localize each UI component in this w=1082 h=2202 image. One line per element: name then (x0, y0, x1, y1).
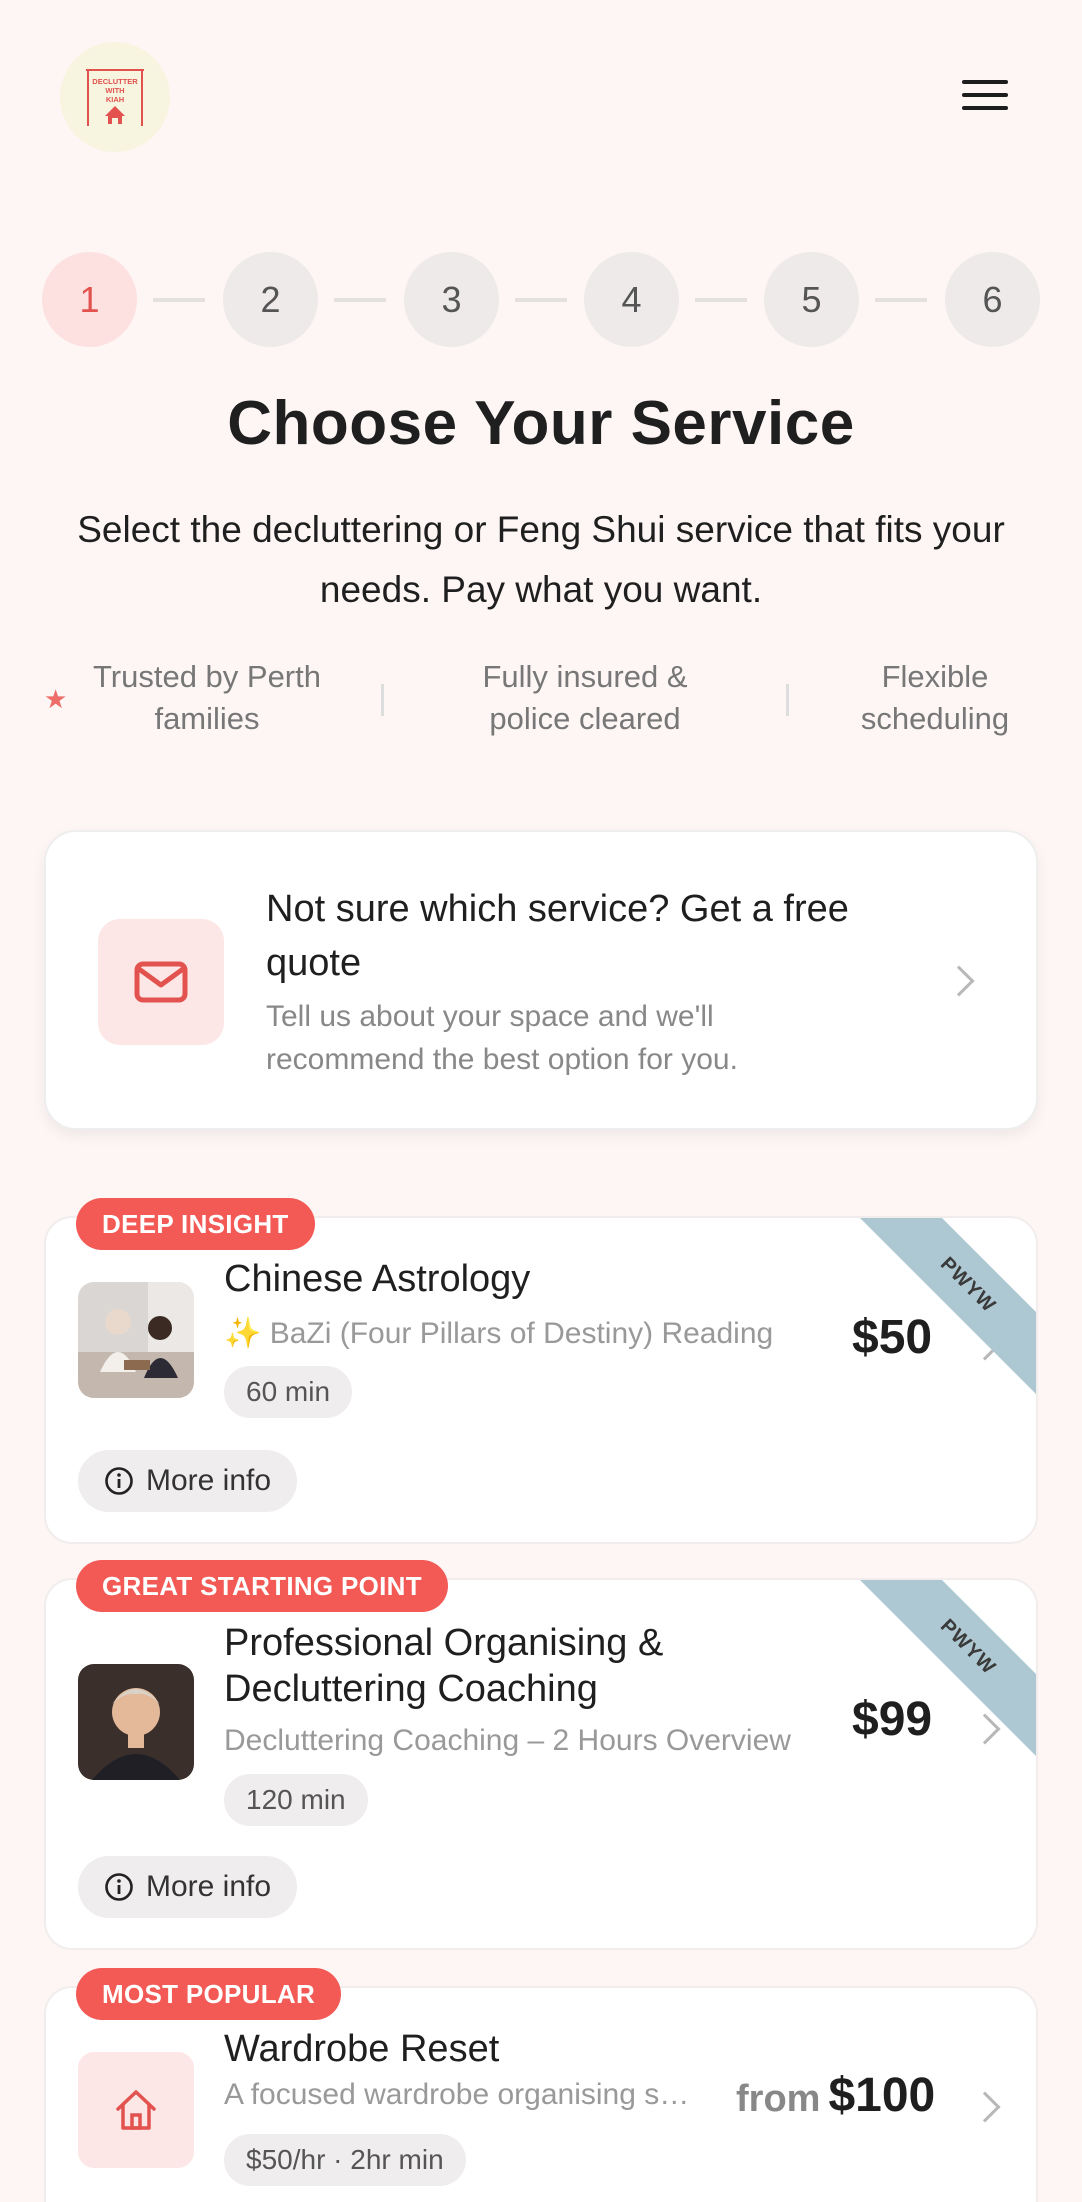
step-connector (515, 298, 567, 302)
free-quote-card[interactable]: Not sure which service? Get a free quote… (44, 830, 1038, 1130)
step-4[interactable]: 4 (584, 252, 679, 347)
service-photo (78, 1282, 194, 1398)
chevron-right-icon (969, 2091, 1001, 2123)
page-title: Choose Your Service (227, 389, 855, 458)
more-info-button[interactable]: More info (78, 1856, 298, 1918)
service-description: Decluttering Coaching – 2 Hours Overview (224, 1724, 791, 1757)
service-name: Chinese Astrology (224, 1258, 531, 1300)
duration-pill: 120 min (224, 1774, 368, 1826)
badge-most-popular: MOST POPULAR (76, 1968, 342, 2020)
svg-text:DECLUTTER: DECLUTTER (92, 77, 138, 86)
pwyw-ribbon: PWYW (855, 1218, 1036, 1398)
info-icon (105, 1467, 133, 1495)
sparkle-icon: ✨ (224, 1317, 270, 1350)
step-connector (153, 298, 205, 302)
service-photo (78, 1664, 194, 1780)
service-card-decluttering-coaching[interactable]: PWYW Professional Organising & Declutter… (44, 1578, 1038, 1950)
trust-row: ★ Trusted by Perth families Fully insure… (0, 656, 1082, 746)
step-3[interactable]: 3 (404, 252, 499, 347)
step-1[interactable]: 1 (42, 252, 137, 347)
badge-great-starting-point: GREAT STARTING POINT (76, 1560, 448, 1612)
more-info-label: More info (146, 1464, 272, 1497)
service-name: Wardrobe Reset (224, 2028, 500, 2070)
home-icon (78, 2052, 194, 2168)
price-value: $100 (828, 2069, 936, 2122)
service-description-text: BaZi (Four Pillars of Destiny) Reading (269, 1317, 774, 1350)
trust-item-families: Trusted by Perth families (92, 659, 321, 736)
step-5[interactable]: 5 (764, 252, 859, 347)
trust-item-scheduling: Flexible scheduling (860, 659, 1010, 736)
header: DECLUTTER WITH KIAH (0, 0, 1082, 190)
logo-mark-icon: DECLUTTER WITH KIAH (86, 69, 144, 126)
page-subtitle: Select the decluttering or Feng Shui ser… (77, 509, 1005, 610)
step-2[interactable]: 2 (223, 252, 318, 347)
progress-stepper: 1 2 3 4 5 6 (42, 252, 1040, 348)
service-description: ✨ BaZi (Four Pillars of Destiny) Reading (224, 1316, 814, 1351)
svg-text:KIAH: KIAH (106, 95, 124, 104)
divider (786, 684, 789, 716)
quote-title: Not sure which service? Get a free quote (266, 888, 849, 984)
logo[interactable]: DECLUTTER WITH KIAH (60, 42, 170, 152)
hamburger-menu-icon[interactable] (960, 70, 1010, 120)
info-icon (105, 1873, 133, 1901)
price-prefix: from (736, 2078, 821, 2120)
quote-description: Tell us about your space and we'll recom… (266, 1000, 738, 1076)
step-6[interactable]: 6 (945, 252, 1040, 347)
star-icon: ★ (44, 684, 68, 714)
divider (381, 684, 384, 716)
more-info-label: More info (146, 1870, 272, 1903)
chevron-right-icon (943, 965, 975, 997)
step-connector (875, 298, 927, 302)
svg-text:WITH: WITH (105, 86, 124, 95)
step-connector (695, 298, 747, 302)
service-price: $50 (852, 1311, 933, 1364)
service-name: Professional Organising & Decluttering C… (224, 1622, 664, 1710)
duration-pill: $50/hr · 2hr min (224, 2134, 466, 2186)
step-connector (334, 298, 386, 302)
badge-deep-insight: DEEP INSIGHT (76, 1198, 315, 1250)
service-description: A focused wardrobe organising session (224, 2078, 694, 2111)
more-info-button[interactable]: More info (78, 1450, 298, 1512)
service-price: from $100 (736, 2068, 935, 2123)
service-price: $99 (852, 1693, 933, 1746)
duration-pill: 60 min (224, 1366, 353, 1418)
trust-item-insured: Fully insured & police cleared (482, 659, 688, 736)
mail-icon (98, 919, 224, 1045)
chevron-right-icon (969, 1713, 1001, 1745)
service-card-chinese-astrology[interactable]: PWYW Chinese Astrology ✨ BaZi (Four Pill… (44, 1216, 1038, 1544)
